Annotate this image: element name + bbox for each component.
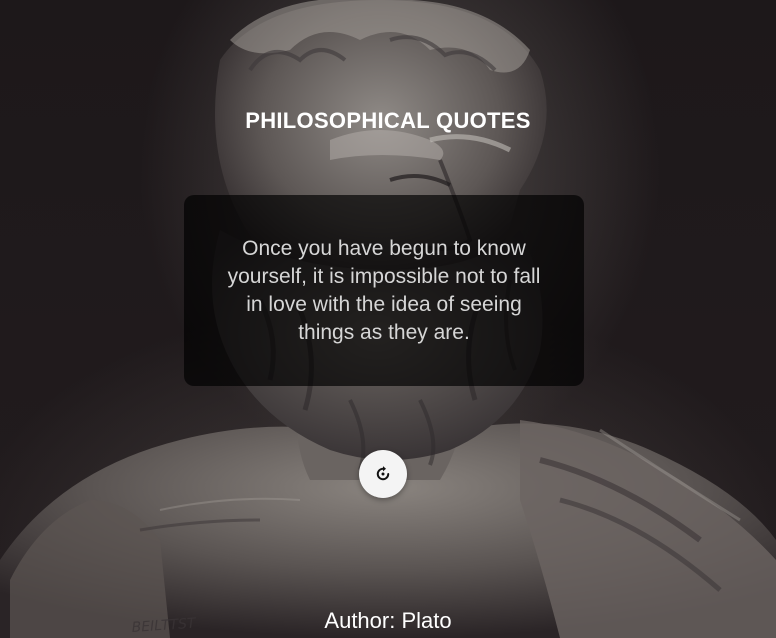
quote-app: BEILTTST PHILOSOPHICAL QUOTES Once you h… xyxy=(0,0,776,638)
new-quote-button[interactable] xyxy=(359,450,407,498)
quote-text: Once you have begun to know yourself, it… xyxy=(227,236,541,344)
page-title: PHILOSOPHICAL QUOTES xyxy=(245,108,531,133)
author-label: Author: Plato xyxy=(324,608,452,633)
refresh-icon xyxy=(376,466,390,481)
quote-card: Once you have begun to know yourself, it… xyxy=(184,195,584,386)
